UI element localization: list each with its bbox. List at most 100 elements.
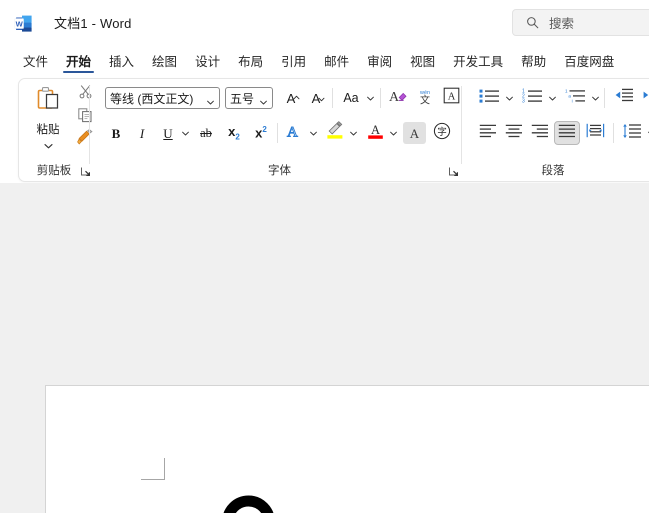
multilevel-list-caret[interactable] xyxy=(589,88,601,108)
paragraph-separator-2 xyxy=(613,123,614,143)
increase-indent-button[interactable] xyxy=(640,87,649,109)
shading-label: A xyxy=(409,125,420,141)
tab-insert[interactable]: 插入 xyxy=(100,46,143,76)
change-case-caret[interactable] xyxy=(364,88,376,108)
ribbon: 粘贴 剪贴板 等线 (西文正文) 五号 A A Aa A wén 文 A B I… xyxy=(0,78,649,184)
grow-font-button[interactable]: A xyxy=(280,87,302,109)
font-separator-3 xyxy=(277,123,278,143)
distribute-button[interactable] xyxy=(583,122,607,144)
text-highlight-button[interactable] xyxy=(323,121,347,145)
chevron-down-icon[interactable] xyxy=(259,94,268,104)
text-effects-button[interactable]: A xyxy=(283,122,307,144)
subscript-button[interactable]: x2 xyxy=(222,122,246,144)
clear-formatting-button[interactable]: A xyxy=(386,87,410,109)
paste-button[interactable]: 粘贴 xyxy=(24,82,72,150)
svg-text:字: 字 xyxy=(437,125,447,137)
bold-label: B xyxy=(111,125,121,141)
word-window: W 文档1 - Word 搜索 文件 开始 插入 绘图 设计 布局 引用 邮件 … xyxy=(0,0,649,513)
svg-text:A: A xyxy=(370,123,379,137)
tab-review[interactable]: 审阅 xyxy=(358,46,401,76)
tab-developer[interactable]: 开发工具 xyxy=(444,46,512,76)
underline-button[interactable]: U xyxy=(157,122,179,144)
shrink-font-button[interactable]: A xyxy=(305,87,327,109)
clipboard-dialog-launcher[interactable] xyxy=(80,165,92,177)
tab-references[interactable]: 引用 xyxy=(272,46,315,76)
svg-text:W: W xyxy=(16,19,24,28)
chevron-down-icon[interactable] xyxy=(206,94,215,104)
document-canvas xyxy=(0,187,649,513)
font-separator-1 xyxy=(332,88,333,108)
underline-label: U xyxy=(163,125,173,141)
font-name-value: 等线 (西文正文) xyxy=(110,91,194,106)
text-effects-icon: A xyxy=(286,122,305,145)
chevron-down-icon[interactable] xyxy=(43,137,54,155)
align-right-button[interactable] xyxy=(528,122,552,144)
paste-label: 粘贴 xyxy=(36,124,60,136)
group-paragraph: 1 2 3 1 a i 段落 xyxy=(468,78,649,182)
font-color-button[interactable]: A xyxy=(363,122,387,144)
tab-draw[interactable]: 绘图 xyxy=(143,46,186,76)
document-page[interactable] xyxy=(45,385,649,513)
align-left-icon xyxy=(479,124,497,143)
numbering-button[interactable]: 1 2 3 xyxy=(519,87,545,109)
tab-baidu-netdisk[interactable]: 百度网盘 xyxy=(555,46,623,76)
font-separator-2 xyxy=(380,88,381,108)
bullets-button[interactable] xyxy=(476,87,502,109)
tab-layout[interactable]: 布局 xyxy=(229,46,272,76)
clear-formatting-icon: A xyxy=(388,87,408,110)
paragraph-separator-1 xyxy=(604,88,605,108)
subscript-sub: 2 xyxy=(235,132,240,142)
text-highlight-caret[interactable] xyxy=(347,123,359,143)
tab-mailings[interactable]: 邮件 xyxy=(315,46,358,76)
svg-text:3: 3 xyxy=(522,98,525,103)
italic-button[interactable]: I xyxy=(131,122,153,144)
align-center-icon xyxy=(505,124,523,143)
align-right-icon xyxy=(531,124,549,143)
numbering-caret[interactable] xyxy=(546,88,558,108)
font-name-input[interactable]: 等线 (西文正文) xyxy=(105,87,220,109)
character-border-button[interactable]: A xyxy=(440,87,462,109)
copy-button[interactable] xyxy=(74,106,96,128)
text-effects-caret[interactable] xyxy=(307,123,319,143)
phonetic-guide-button[interactable]: wén 文 xyxy=(413,87,437,109)
change-case-button[interactable]: Aa xyxy=(338,87,364,109)
caret-up-icon xyxy=(293,89,300,107)
font-color-caret[interactable] xyxy=(387,123,399,143)
enclose-characters-button[interactable]: 字 xyxy=(430,122,453,144)
cut-button[interactable] xyxy=(74,83,96,105)
font-color-icon: A xyxy=(366,121,385,145)
tab-design[interactable]: 设计 xyxy=(186,46,229,76)
multilevel-list-button[interactable]: 1 a i xyxy=(562,87,588,109)
superscript-button[interactable]: x2 xyxy=(249,122,273,144)
increase-indent-icon xyxy=(642,88,649,108)
decrease-indent-button[interactable] xyxy=(612,87,636,109)
decrease-indent-icon xyxy=(614,88,634,108)
tab-file[interactable]: 文件 xyxy=(14,46,57,76)
font-size-value: 五号 xyxy=(230,91,255,106)
tab-help[interactable]: 帮助 xyxy=(512,46,555,76)
scissors-icon xyxy=(78,84,93,104)
bullets-caret[interactable] xyxy=(503,88,515,108)
caret-down-icon xyxy=(318,90,325,108)
justify-button[interactable] xyxy=(554,121,580,145)
strikethrough-button[interactable]: ab xyxy=(194,122,218,144)
underline-caret[interactable] xyxy=(179,123,191,143)
tab-view[interactable]: 视图 xyxy=(401,46,444,76)
highlighter-icon xyxy=(325,121,345,145)
line-spacing-icon xyxy=(622,123,642,144)
align-center-button[interactable] xyxy=(502,122,526,144)
font-dialog-launcher[interactable] xyxy=(448,165,460,177)
search-box[interactable]: 搜索 xyxy=(512,9,649,36)
bold-button[interactable]: B xyxy=(105,122,127,144)
distribute-icon xyxy=(586,123,605,143)
multilevel-list-icon: 1 a i xyxy=(565,88,586,109)
group-separator-2 xyxy=(461,86,462,164)
align-left-button[interactable] xyxy=(476,122,500,144)
line-spacing-caret[interactable] xyxy=(645,123,649,143)
character-shading-button[interactable]: A xyxy=(403,122,426,144)
tab-home[interactable]: 开始 xyxy=(57,46,100,76)
ribbon-tabs: 文件 开始 插入 绘图 设计 布局 引用 邮件 审阅 视图 开发工具 帮助 百度… xyxy=(0,46,649,78)
font-size-input[interactable]: 五号 xyxy=(225,87,273,109)
line-spacing-button[interactable] xyxy=(620,122,644,144)
format-painter-button[interactable] xyxy=(74,129,96,151)
